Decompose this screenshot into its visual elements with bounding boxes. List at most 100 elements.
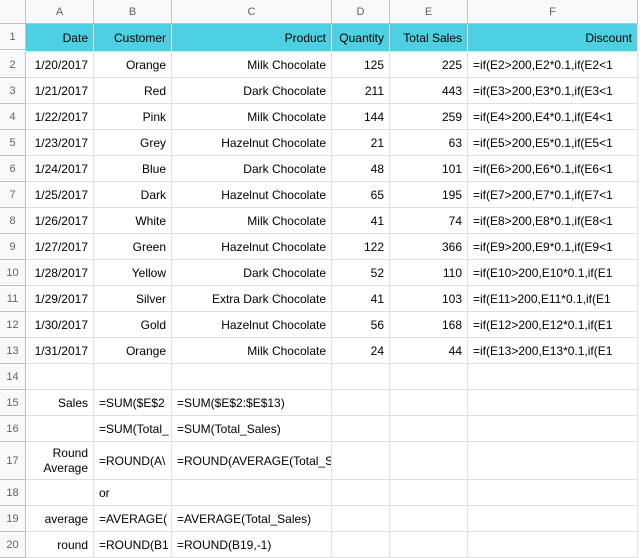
- row-header-19[interactable]: 19: [0, 506, 26, 532]
- cell-B10[interactable]: Yellow: [94, 260, 172, 286]
- header-cell-C[interactable]: Product: [172, 24, 332, 52]
- row-header-13[interactable]: 13: [0, 338, 26, 364]
- cell-A11[interactable]: 1/29/2017: [26, 286, 94, 312]
- cell-A20[interactable]: round: [26, 532, 94, 558]
- cell-F9[interactable]: =if(E9>200,E9*0.1,if(E9<1: [468, 234, 638, 260]
- cell-B14[interactable]: [94, 364, 172, 390]
- cell-A5[interactable]: 1/23/2017: [26, 130, 94, 156]
- cell-C5[interactable]: Hazelnut Chocolate: [172, 130, 332, 156]
- cell-A19[interactable]: average: [26, 506, 94, 532]
- cell-E17[interactable]: [390, 442, 468, 480]
- cell-D5[interactable]: 21: [332, 130, 390, 156]
- cell-F6[interactable]: =if(E6>200,E6*0.1,if(E6<1: [468, 156, 638, 182]
- row-header-9[interactable]: 9: [0, 234, 26, 260]
- row-header-14[interactable]: 14: [0, 364, 26, 390]
- cell-F18[interactable]: [468, 480, 638, 506]
- cell-D9[interactable]: 122: [332, 234, 390, 260]
- cell-B17[interactable]: =ROUND(A\: [94, 442, 172, 480]
- cell-E4[interactable]: 259: [390, 104, 468, 130]
- cell-B4[interactable]: Pink: [94, 104, 172, 130]
- cell-B8[interactable]: White: [94, 208, 172, 234]
- cell-B16[interactable]: =SUM(Total_: [94, 416, 172, 442]
- cell-E5[interactable]: 63: [390, 130, 468, 156]
- cell-D13[interactable]: 24: [332, 338, 390, 364]
- cell-D16[interactable]: [332, 416, 390, 442]
- cell-B11[interactable]: Silver: [94, 286, 172, 312]
- row-header-4[interactable]: 4: [0, 104, 26, 130]
- row-header-17[interactable]: 17: [0, 442, 26, 480]
- cell-A10[interactable]: 1/28/2017: [26, 260, 94, 286]
- col-header-A[interactable]: A: [26, 0, 94, 24]
- cell-A12[interactable]: 1/30/2017: [26, 312, 94, 338]
- cell-F4[interactable]: =if(E4>200,E4*0.1,if(E4<1: [468, 104, 638, 130]
- header-cell-F[interactable]: Discount: [468, 24, 638, 52]
- cell-D7[interactable]: 65: [332, 182, 390, 208]
- cell-C4[interactable]: Milk Chocolate: [172, 104, 332, 130]
- cell-C6[interactable]: Dark Chocolate: [172, 156, 332, 182]
- row-header-7[interactable]: 7: [0, 182, 26, 208]
- cell-A4[interactable]: 1/22/2017: [26, 104, 94, 130]
- cell-D2[interactable]: 125: [332, 52, 390, 78]
- row-header-3[interactable]: 3: [0, 78, 26, 104]
- cell-C16[interactable]: =SUM(Total_Sales): [172, 416, 332, 442]
- cell-D6[interactable]: 48: [332, 156, 390, 182]
- cell-A7[interactable]: 1/25/2017: [26, 182, 94, 208]
- cell-C17[interactable]: =ROUND(AVERAGE(Total_Sales),-1): [172, 442, 332, 480]
- cell-F5[interactable]: =if(E5>200,E5*0.1,if(E5<1: [468, 130, 638, 156]
- cell-E14[interactable]: [390, 364, 468, 390]
- row-header-5[interactable]: 5: [0, 130, 26, 156]
- cell-D20[interactable]: [332, 532, 390, 558]
- row-header-18[interactable]: 18: [0, 480, 26, 506]
- row-header-20[interactable]: 20: [0, 532, 26, 558]
- cell-F8[interactable]: =if(E8>200,E8*0.1,if(E8<1: [468, 208, 638, 234]
- cell-F16[interactable]: [468, 416, 638, 442]
- col-header-F[interactable]: F: [468, 0, 638, 24]
- spreadsheet-grid[interactable]: ABCDEF1DateCustomerProductQuantityTotal …: [0, 0, 640, 558]
- cell-B5[interactable]: Grey: [94, 130, 172, 156]
- row-header-2[interactable]: 2: [0, 52, 26, 78]
- cell-C11[interactable]: Extra Dark Chocolate: [172, 286, 332, 312]
- row-header-6[interactable]: 6: [0, 156, 26, 182]
- row-header-15[interactable]: 15: [0, 390, 26, 416]
- cell-A16[interactable]: [26, 416, 94, 442]
- cell-E18[interactable]: [390, 480, 468, 506]
- cell-E20[interactable]: [390, 532, 468, 558]
- cell-C20[interactable]: =ROUND(B19,-1): [172, 532, 332, 558]
- row-header-1[interactable]: 1: [0, 24, 26, 50]
- cell-F14[interactable]: [468, 364, 638, 390]
- row-header-12[interactable]: 12: [0, 312, 26, 338]
- cell-B19[interactable]: =AVERAGE(: [94, 506, 172, 532]
- cell-F11[interactable]: =if(E11>200,E11*0.1,if(E1: [468, 286, 638, 312]
- header-cell-A[interactable]: Date: [26, 24, 94, 52]
- cell-E15[interactable]: [390, 390, 468, 416]
- header-cell-D[interactable]: Quantity: [332, 24, 390, 52]
- cell-A18[interactable]: [26, 480, 94, 506]
- cell-B3[interactable]: Red: [94, 78, 172, 104]
- cell-A9[interactable]: 1/27/2017: [26, 234, 94, 260]
- cell-D18[interactable]: [332, 480, 390, 506]
- cell-D11[interactable]: 41: [332, 286, 390, 312]
- cell-C18[interactable]: [172, 480, 332, 506]
- cell-A8[interactable]: 1/26/2017: [26, 208, 94, 234]
- cell-A3[interactable]: 1/21/2017: [26, 78, 94, 104]
- cell-D8[interactable]: 41: [332, 208, 390, 234]
- cell-F17[interactable]: [468, 442, 638, 480]
- cell-D15[interactable]: [332, 390, 390, 416]
- header-cell-E[interactable]: Total Sales: [390, 24, 468, 52]
- cell-D14[interactable]: [332, 364, 390, 390]
- cell-C19[interactable]: =AVERAGE(Total_Sales): [172, 506, 332, 532]
- cell-C3[interactable]: Dark Chocolate: [172, 78, 332, 104]
- cell-F15[interactable]: [468, 390, 638, 416]
- cell-C13[interactable]: Milk Chocolate: [172, 338, 332, 364]
- row-header-10[interactable]: 10: [0, 260, 26, 286]
- cell-B15[interactable]: =SUM($E$2: [94, 390, 172, 416]
- cell-E13[interactable]: 44: [390, 338, 468, 364]
- cell-B12[interactable]: Gold: [94, 312, 172, 338]
- cell-C15[interactable]: =SUM($E$2:$E$13): [172, 390, 332, 416]
- cell-A6[interactable]: 1/24/2017: [26, 156, 94, 182]
- cell-F10[interactable]: =if(E10>200,E10*0.1,if(E1: [468, 260, 638, 286]
- cell-A14[interactable]: [26, 364, 94, 390]
- row-header-11[interactable]: 11: [0, 286, 26, 312]
- row-header-16[interactable]: 16: [0, 416, 26, 442]
- cell-E8[interactable]: 74: [390, 208, 468, 234]
